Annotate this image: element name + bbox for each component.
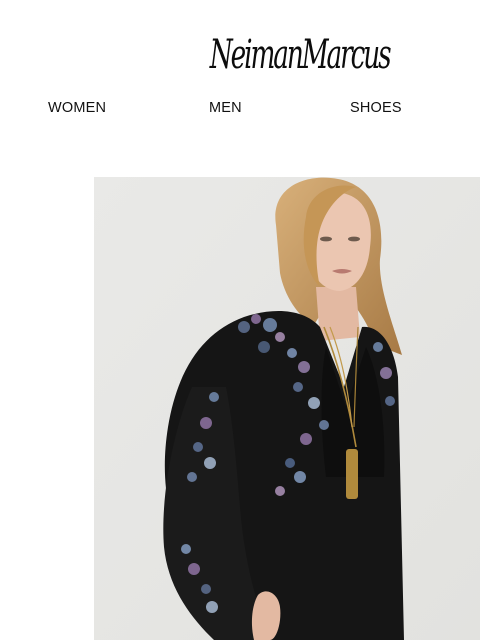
model-neck: [316, 287, 360, 341]
nav-item-women[interactable]: WOMEN: [48, 100, 106, 116]
brand-logo[interactable]: NeimanMarcus: [210, 22, 392, 86]
main-nav: WOMEN MEN SHOES: [0, 100, 480, 124]
hero-image[interactable]: [94, 177, 480, 640]
model-eye-left: [320, 236, 332, 242]
model-pendant: [346, 449, 358, 499]
model-hand: [251, 591, 281, 640]
brand-logo-text: NeimanMarcus: [210, 30, 392, 78]
hero-photo-illustration: [94, 177, 480, 640]
nav-item-men[interactable]: MEN: [209, 100, 242, 116]
model-eye-right: [348, 236, 360, 242]
nav-item-shoes[interactable]: SHOES: [350, 100, 402, 116]
